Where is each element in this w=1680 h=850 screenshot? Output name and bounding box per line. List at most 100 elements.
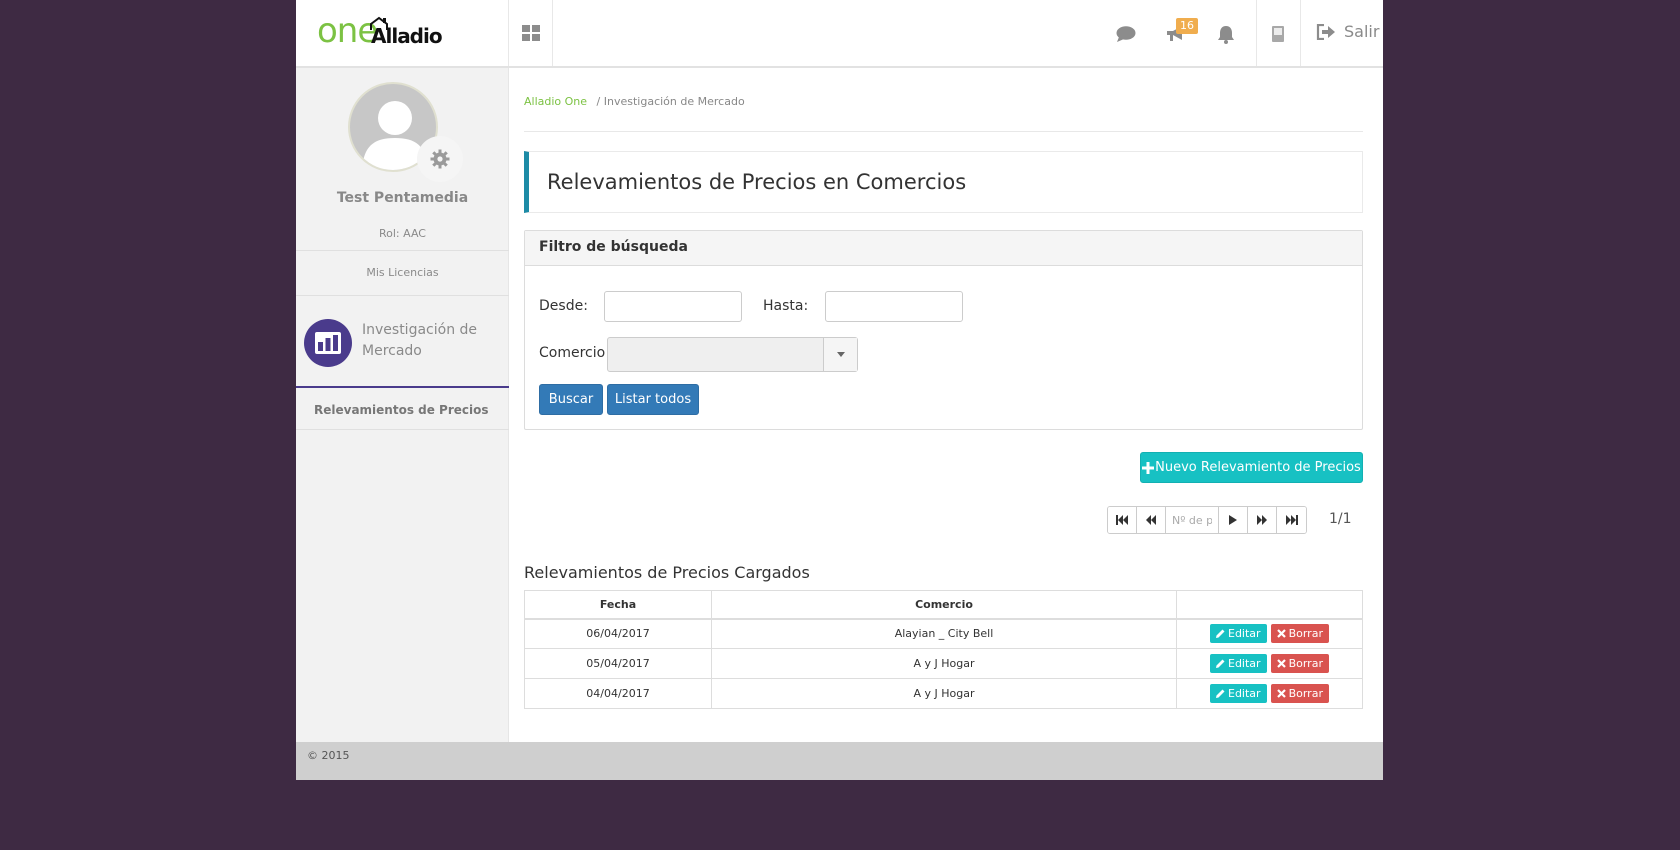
cell-actions: Editar Borrar (1176, 648, 1363, 679)
edit-button[interactable]: Editar (1210, 684, 1267, 703)
logout-label: Salir (1344, 22, 1380, 41)
sidebar-item-price-surveys[interactable]: Relevamientos de Precios (296, 390, 509, 430)
comercio-select[interactable] (607, 337, 858, 372)
alerts-button[interactable] (1214, 22, 1238, 46)
play-icon (1229, 515, 1237, 525)
page-number-input[interactable]: Nº de página (1166, 507, 1219, 533)
pencil-icon (1216, 659, 1225, 668)
first-page-button[interactable] (1108, 507, 1137, 533)
main-content: Alladio One / Investigación de Mercado R… (509, 68, 1383, 742)
page-title: Relevamientos de Precios en Comercios (524, 151, 1363, 213)
logo[interactable]: one Alladio (296, 0, 509, 66)
table-header-row: Fecha Comercio (524, 590, 1363, 620)
last-page-button[interactable] (1277, 507, 1306, 533)
user-name: Test Pentamedia (336, 190, 469, 206)
bell-icon (1218, 25, 1234, 44)
logo-brand-text: Alladio (371, 24, 443, 48)
sidebar: Test Pentamedia Rol: AAC Mis Licencias I… (296, 68, 509, 742)
header-divider (1256, 0, 1257, 66)
edit-label: Editar (1228, 687, 1261, 700)
dropdown-toggle[interactable] (823, 338, 857, 371)
cell-fecha: 05/04/2017 (524, 648, 712, 679)
delete-label: Borrar (1288, 657, 1323, 670)
column-header-actions (1176, 590, 1363, 620)
pagination: Nº de página (1107, 506, 1307, 534)
cell-comercio: Alayian _ City Bell (711, 618, 1177, 649)
cell-comercio: A y J Hogar (711, 678, 1177, 709)
search-button[interactable]: Buscar (539, 384, 603, 415)
page-count: 1/1 (1329, 511, 1352, 527)
app-window: one Alladio 16 Salir Test Pentamedia Rol… (296, 0, 1383, 780)
chat-button[interactable] (1114, 22, 1138, 46)
table-row: 05/04/2017 A y J Hogar Editar Borrar (524, 648, 1363, 679)
header-divider (1300, 0, 1301, 66)
next-page-button[interactable] (1219, 507, 1248, 533)
fast-forward-icon (1285, 515, 1298, 525)
delete-label: Borrar (1288, 687, 1323, 700)
breadcrumb-current: Investigación de Mercado (603, 95, 745, 108)
cell-fecha: 06/04/2017 (524, 618, 712, 649)
licenses-link[interactable]: Mis Licencias (296, 266, 509, 279)
apps-grid-button[interactable] (509, 0, 553, 66)
search-filter-panel: Filtro de búsqueda Desde: Hasta: Comerci… (524, 230, 1363, 430)
pencil-icon (1216, 689, 1225, 698)
gear-icon (430, 149, 450, 169)
filter-panel-title: Filtro de búsqueda (525, 231, 1362, 266)
sidebar-item-market-research[interactable]: Investigación de Mercado (296, 308, 509, 388)
times-icon (1276, 629, 1286, 639)
list-all-button[interactable]: Listar todos (607, 384, 699, 415)
delete-button[interactable]: Borrar (1270, 624, 1329, 644)
plus-icon (1142, 461, 1155, 474)
previous-page-button[interactable] (1137, 507, 1166, 533)
logout-button[interactable]: Salir (1316, 22, 1379, 41)
breadcrumb: Alladio One / Investigación de Mercado (524, 95, 745, 108)
delete-label: Borrar (1288, 627, 1323, 641)
book-icon (1272, 26, 1284, 42)
sidebar-divider (296, 250, 509, 251)
hasta-label: Hasta: (763, 298, 809, 314)
user-role: Rol: AAC (379, 227, 426, 240)
comment-icon (1116, 25, 1136, 42)
new-button-label: Nuevo Relevamiento de Precios (1155, 460, 1361, 475)
column-header-fecha: Fecha (524, 590, 712, 620)
hasta-date-input[interactable] (825, 291, 963, 322)
edit-button[interactable]: Editar (1210, 624, 1267, 644)
breadcrumb-home-link[interactable]: Alladio One (524, 95, 587, 108)
edit-button[interactable]: Editar (1210, 654, 1267, 673)
sidebar-divider (296, 295, 509, 296)
times-icon (1276, 689, 1286, 698)
delete-button[interactable]: Borrar (1270, 654, 1329, 673)
table-row: 04/04/2017 A y J Hogar Editar Borrar (524, 678, 1363, 709)
backward-icon (1146, 515, 1156, 525)
results-title: Relevamientos de Precios Cargados (524, 563, 810, 582)
forward-page-button[interactable] (1248, 507, 1277, 533)
divider (524, 131, 1363, 132)
desde-date-input[interactable] (604, 291, 742, 322)
desde-label: Desde: (539, 298, 588, 314)
cell-actions: Editar Borrar (1176, 678, 1363, 709)
cell-comercio: A y J Hogar (711, 648, 1177, 679)
fast-backward-icon (1116, 515, 1128, 525)
grid-icon (521, 25, 540, 41)
edit-label: Editar (1228, 627, 1261, 641)
price-surveys-table: Fecha Comercio 06/04/2017 Alayian _ City… (524, 590, 1363, 709)
times-icon (1276, 659, 1286, 668)
delete-button[interactable]: Borrar (1270, 684, 1329, 703)
profile-settings-button[interactable] (417, 136, 463, 182)
notification-count-badge: 16 (1176, 18, 1198, 34)
pencil-icon (1216, 629, 1225, 639)
book-button[interactable] (1266, 22, 1290, 46)
page-input-placeholder: Nº de página (1172, 513, 1212, 527)
breadcrumb-separator: / (596, 95, 601, 108)
edit-label: Editar (1228, 657, 1261, 670)
cell-fecha: 04/04/2017 (524, 678, 712, 709)
caret-down-icon (836, 352, 845, 357)
new-price-survey-button[interactable]: Nuevo Relevamiento de Precios (1140, 452, 1363, 483)
module-label: Investigación de Mercado (362, 322, 478, 359)
bar-chart-icon (304, 319, 352, 367)
top-header: one Alladio 16 Salir (296, 0, 1383, 68)
cell-actions: Editar Borrar (1176, 618, 1363, 649)
copyright: © 2015 (307, 749, 350, 762)
forward-icon (1257, 515, 1267, 525)
sign-out-icon (1316, 23, 1335, 40)
